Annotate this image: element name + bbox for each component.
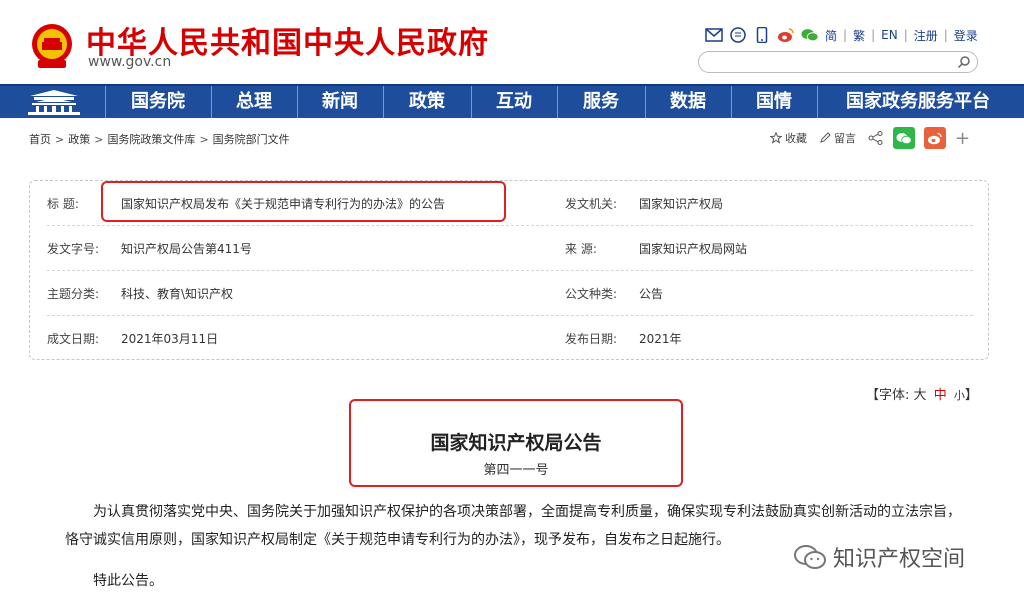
search-input[interactable]: [698, 51, 978, 73]
breadcrumb-policy[interactable]: 政策: [68, 133, 90, 146]
topic-label: 主题分类:: [47, 287, 100, 301]
national-emblem-logo[interactable]: [30, 22, 74, 70]
font-size-control: 【字体: 大 中 小】: [866, 384, 978, 403]
nav-item-national-situation[interactable]: 国情: [732, 86, 816, 118]
issuing-authority-value: 国家知识产权局: [639, 197, 724, 211]
wechat-logo-icon: [794, 545, 826, 569]
title-highlight-box: [101, 181, 506, 222]
star-icon: [770, 132, 782, 144]
font-size-medium[interactable]: 中: [934, 388, 947, 403]
favorite-button[interactable]: 收藏: [770, 130, 807, 146]
document-title: 国家知识产权局公告: [430, 432, 602, 454]
title-label: 标 题:: [47, 197, 79, 211]
publish-date-label: 发布日期:: [565, 332, 618, 346]
written-date-label: 成文日期:: [47, 332, 100, 346]
mobile-icon[interactable]: [753, 27, 771, 43]
breadcrumb-separator: >: [199, 133, 209, 146]
divider: |: [903, 28, 908, 42]
breadcrumb-separator: >: [94, 133, 104, 146]
home-building-icon[interactable]: [22, 88, 86, 116]
font-size-small[interactable]: 小: [954, 389, 965, 402]
watermark: 知识产权空间: [793, 541, 965, 573]
message-icon[interactable]: [729, 27, 747, 43]
source-label: 来 源:: [565, 242, 597, 256]
doc-number-value: 知识产权局公告第411号: [121, 242, 252, 256]
lang-traditional-link[interactable]: 繁: [853, 27, 865, 44]
register-link[interactable]: 注册: [914, 27, 938, 44]
weibo-icon: [928, 132, 942, 144]
top-toolbar: 简 | 繁 | EN | 注册 | 登录: [705, 26, 978, 44]
more-share-button[interactable]: +: [955, 128, 970, 149]
document-closing: 特此公告。: [93, 573, 163, 589]
document-number: 第四一一号: [483, 463, 549, 478]
info-row: 主题分类: 科技、教育\知识产权 公文种类: 公告: [47, 271, 973, 316]
breadcrumb-home[interactable]: 首页: [29, 133, 51, 146]
nav-item-state-council[interactable]: 国务院: [106, 86, 210, 118]
lang-english-link[interactable]: EN: [881, 28, 898, 42]
nav-item-premier[interactable]: 总理: [212, 86, 296, 118]
doc-type-value: 公告: [639, 287, 664, 301]
divider: |: [871, 28, 876, 42]
wechat-share-button[interactable]: [893, 127, 915, 149]
info-row: 发文字号: 知识产权局公告第411号 来 源: 国家知识产权局网站: [47, 226, 973, 271]
breadcrumb: 首页 > 政策 > 国务院政策文件库 > 国务院部门文件: [29, 131, 290, 147]
weibo-icon[interactable]: [777, 27, 795, 43]
wechat-icon: [896, 132, 912, 144]
watermark-text: 知识产权空间: [833, 547, 966, 572]
topic-value: 科技、教育\知识产权: [121, 287, 234, 301]
share-icon[interactable]: [868, 131, 884, 145]
mail-icon[interactable]: [705, 27, 723, 43]
issuing-authority-label: 发文机关:: [565, 197, 618, 211]
wechat-icon[interactable]: [801, 27, 819, 43]
info-row: 成文日期: 2021年03月11日 发布日期: 2021年: [47, 316, 973, 361]
written-date-value: 2021年03月11日: [121, 332, 219, 346]
nav-item-services[interactable]: 服务: [558, 86, 644, 118]
doc-type-label: 公文种类:: [565, 287, 618, 301]
font-size-prefix: 【字体:: [866, 388, 910, 403]
favorite-label: 收藏: [785, 132, 807, 145]
divider: |: [943, 28, 948, 42]
login-link[interactable]: 登录: [954, 27, 978, 44]
divider: |: [843, 28, 848, 42]
breadcrumb-department-docs[interactable]: 国务院部门文件: [213, 133, 290, 146]
nav-item-news[interactable]: 新闻: [298, 86, 382, 118]
nav-item-service-platform[interactable]: 国家政务服务平台: [818, 86, 1018, 118]
lang-simplified-link[interactable]: 简: [825, 27, 837, 44]
search-icon[interactable]: [957, 55, 971, 69]
publish-date-value: 2021年: [639, 332, 682, 346]
weibo-share-button[interactable]: [924, 127, 946, 149]
font-size-large[interactable]: 大: [914, 388, 927, 403]
source-value: 国家知识产权局网站: [639, 242, 748, 256]
main-nav: 国务院 总理 新闻 政策 互动 服务 数据 国情 国家政务服务平台: [0, 84, 1024, 118]
font-size-suffix: 】: [964, 388, 978, 403]
breadcrumb-separator: >: [55, 133, 65, 146]
comment-button[interactable]: 留言: [819, 130, 856, 146]
nav-item-data[interactable]: 数据: [646, 86, 730, 118]
pen-icon: [820, 132, 831, 143]
site-header: 中华人民共和国中央人民政府 www.gov.cn 简 | 繁 | EN | 注册…: [0, 0, 1024, 84]
nav-item-policy[interactable]: 政策: [384, 86, 470, 118]
site-url: www.gov.cn: [88, 54, 172, 70]
nav-item-interaction[interactable]: 互动: [472, 86, 556, 118]
comment-label: 留言: [834, 132, 856, 145]
doc-number-label: 发文字号:: [47, 242, 100, 256]
breadcrumb-policy-library[interactable]: 国务院政策文件库: [107, 133, 195, 146]
share-bar: 收藏 留言 +: [770, 126, 970, 150]
